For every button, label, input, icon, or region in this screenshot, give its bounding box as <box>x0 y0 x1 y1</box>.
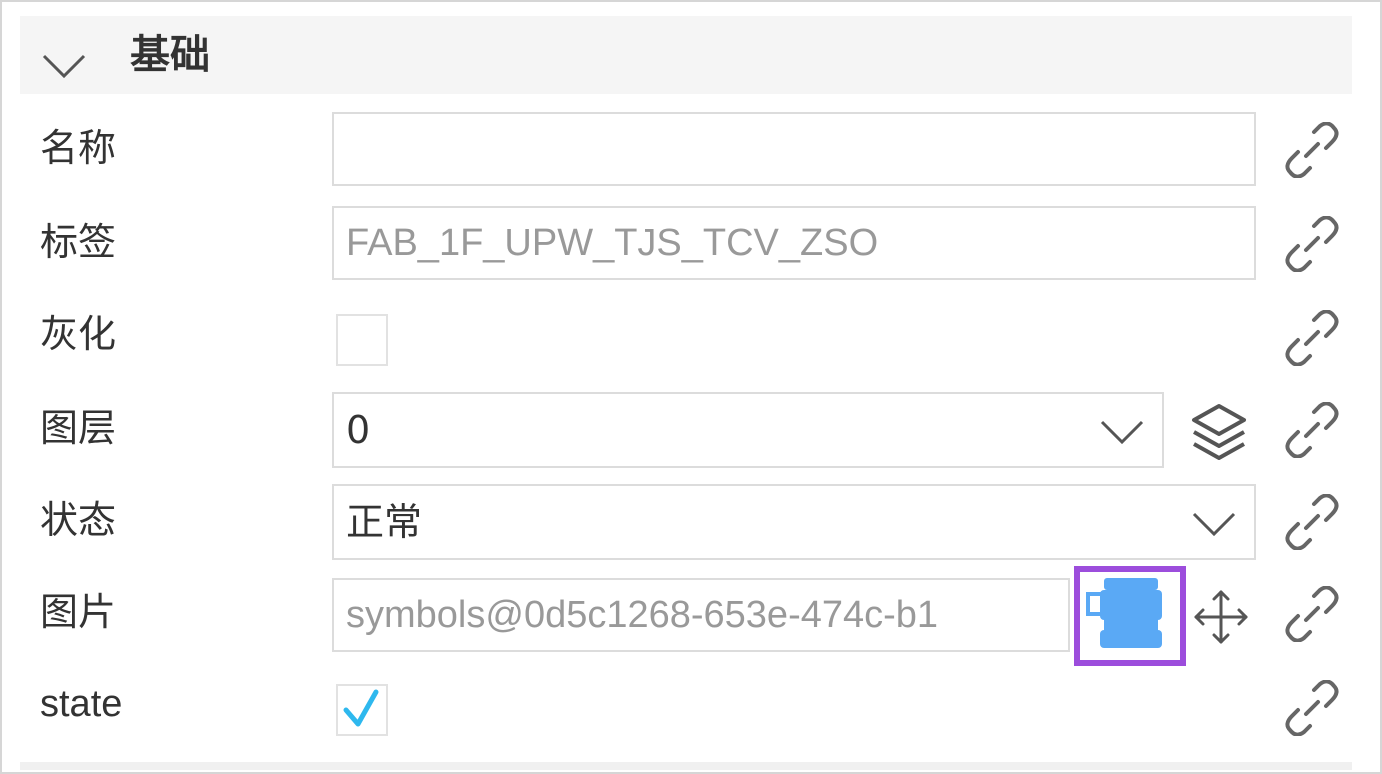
link-icon[interactable] <box>1284 494 1340 550</box>
name-label: 名称 <box>40 126 117 170</box>
symbol-preview-icon <box>1086 578 1162 648</box>
chevron-down-icon <box>1192 512 1236 537</box>
link-icon[interactable] <box>1284 586 1340 642</box>
state-checkbox[interactable] <box>336 684 388 736</box>
link-icon[interactable] <box>1284 310 1340 366</box>
divider <box>20 762 1352 770</box>
properties-panel: 基础 名称 标签 FAB_1F_UPW_TJS_TCV_ZSO 灰化 图层 0 <box>0 0 1382 774</box>
link-icon[interactable] <box>1284 402 1340 458</box>
link-icon[interactable] <box>1284 122 1340 178</box>
gray-checkbox[interactable] <box>336 314 388 366</box>
state-label: state <box>40 683 123 725</box>
tag-input[interactable]: FAB_1F_UPW_TJS_TCV_ZSO <box>332 206 1256 280</box>
status-select-value: 正常 <box>346 500 423 544</box>
layer-select-value: 0 <box>346 408 371 452</box>
layer-label: 图层 <box>40 406 117 450</box>
image-input[interactable]: symbols@0d5c1268-653e-474c-b1 <box>332 578 1070 652</box>
layers-icon[interactable] <box>1190 402 1248 462</box>
link-icon[interactable] <box>1284 216 1340 272</box>
chevron-down-icon <box>1100 420 1144 445</box>
link-icon[interactable] <box>1284 680 1340 736</box>
section-title: 基础 <box>130 32 210 78</box>
chevron-down-icon[interactable] <box>40 46 88 86</box>
layer-select[interactable]: 0 <box>332 392 1164 468</box>
section-header[interactable]: 基础 <box>20 16 1352 94</box>
image-label: 图片 <box>40 590 117 634</box>
gray-label: 灰化 <box>40 312 117 356</box>
name-input[interactable] <box>332 112 1256 186</box>
status-select[interactable]: 正常 <box>332 484 1256 560</box>
move-icon[interactable] <box>1190 586 1252 648</box>
tag-label: 标签 <box>40 220 117 264</box>
status-label: 状态 <box>40 498 117 542</box>
checkmark-icon <box>343 689 379 727</box>
image-picker-button[interactable] <box>1074 566 1186 666</box>
